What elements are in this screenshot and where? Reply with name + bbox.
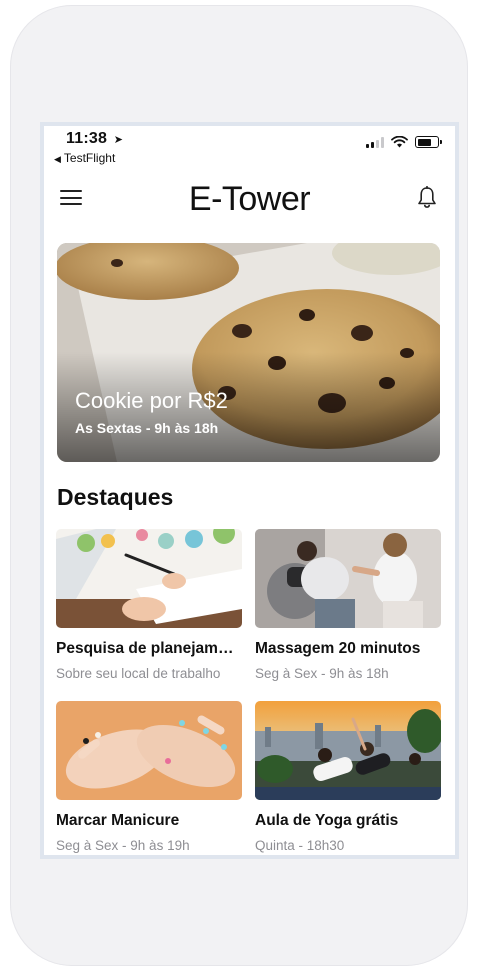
card-thumbnail (56, 529, 242, 628)
status-time: 11:38 ➤ (66, 130, 123, 148)
hero-subtitle: As Sextas - 9h às 18h (75, 420, 219, 436)
hero-title: Cookie por R$2 (75, 388, 228, 413)
status-time-text: 11:38 (66, 130, 108, 147)
page-title: E-Tower (188, 180, 311, 218)
app-screen: 11:38 ➤ ◀ TestFlight E-Tower Cookie por … (40, 122, 459, 859)
card-thumbnail (56, 701, 242, 800)
card-subtitle: Seg à Sex - 9h às 19h (56, 838, 190, 853)
manicure-photo (56, 701, 242, 800)
wifi-icon (391, 136, 408, 148)
section-title: Destaques (57, 484, 174, 510)
status-indicators (366, 136, 442, 148)
location-arrow-icon: ➤ (113, 134, 124, 146)
card-subtitle: Seg à Sex - 9h às 18h (255, 666, 389, 681)
card-thumbnail (255, 529, 441, 628)
card-title: Aula de Yoga grátis (255, 812, 399, 829)
card-subtitle: Sobre seu local de trabalho (56, 666, 221, 681)
back-to-app-link[interactable]: ◀ TestFlight (54, 151, 115, 165)
back-app-label: TestFlight (63, 151, 116, 165)
highlight-card-yoga[interactable]: Aula de Yoga grátis Quinta - 18h30 (255, 701, 441, 853)
card-title: Pesquisa de planejamento (56, 640, 242, 657)
highlight-card-massage[interactable]: Massagem 20 minutos Seg à Sex - 9h às 18… (255, 529, 441, 681)
card-title: Marcar Manicure (56, 812, 180, 829)
planning-photo (56, 529, 242, 628)
card-subtitle: Quinta - 18h30 (255, 838, 345, 853)
card-thumbnail (255, 701, 441, 800)
back-arrow-icon: ◀ (54, 154, 61, 164)
hero-banner[interactable]: Cookie por R$2 As Sextas - 9h às 18h (57, 243, 440, 462)
phone-frame: 11:38 ➤ ◀ TestFlight E-Tower Cookie por … (10, 5, 468, 966)
card-title: Massagem 20 minutos (255, 640, 421, 657)
highlight-card-manicure[interactable]: Marcar Manicure Seg à Sex - 9h às 19h (56, 701, 242, 853)
battery-icon (415, 136, 442, 148)
cellular-signal-icon (366, 136, 384, 148)
highlight-card-planning-survey[interactable]: Pesquisa de planejamento Sobre seu local… (56, 529, 242, 681)
bell-icon[interactable] (417, 186, 437, 210)
massage-photo (255, 529, 441, 628)
yoga-photo (255, 701, 441, 800)
